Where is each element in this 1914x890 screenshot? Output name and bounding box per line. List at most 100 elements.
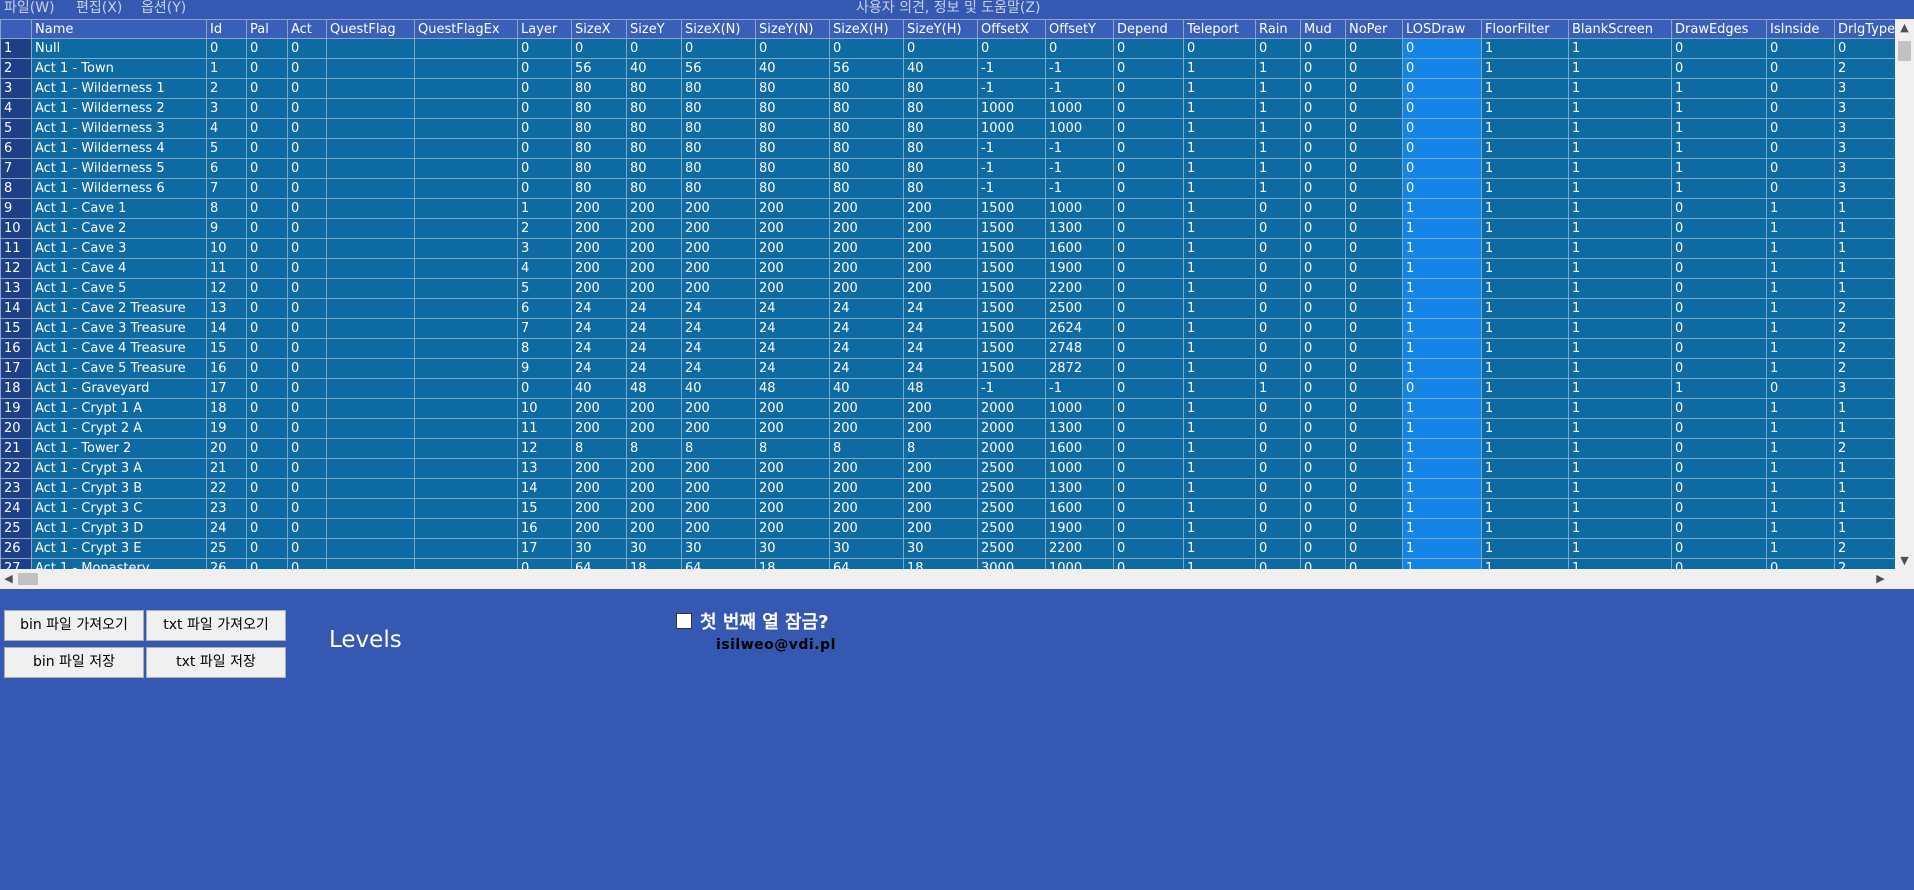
table-cell[interactable]: -1 xyxy=(1045,58,1114,79)
table-cell[interactable]: 0 xyxy=(287,58,327,79)
table-cell[interactable]: 2500 xyxy=(977,458,1046,479)
table-cell[interactable]: 1 xyxy=(1568,558,1672,569)
table-row[interactable]: 2 Act 1 - Town 1 0 0 0 56 40 56 40 56 40 -1 -1 0 1 1 0 0 0 1… xyxy=(0,58,1895,79)
table-cell[interactable]: 0 xyxy=(1345,478,1403,499)
table-cell[interactable]: 1 xyxy=(1481,258,1569,279)
table-cell[interactable]: 1 xyxy=(1568,118,1672,139)
row-number[interactable]: 15 xyxy=(0,318,32,339)
table-cell[interactable]: 1 xyxy=(1183,298,1256,319)
table-cell[interactable]: Act 1 - Crypt 3 A xyxy=(31,458,207,479)
table-cell[interactable]: 200 xyxy=(755,258,830,279)
table-cell[interactable]: 1 xyxy=(1766,358,1835,379)
table-cell[interactable]: 9 xyxy=(206,218,247,239)
table-cell[interactable]: 200 xyxy=(829,258,904,279)
table-cell[interactable] xyxy=(414,198,518,219)
column-header[interactable]: Pal xyxy=(246,19,288,39)
table-cell[interactable]: 0 xyxy=(1300,238,1346,259)
table-cell[interactable]: 1 xyxy=(1766,458,1835,479)
table-cell[interactable]: Act 1 - Crypt 3 B xyxy=(31,478,207,499)
table-cell[interactable]: 1 xyxy=(1255,118,1301,139)
table-cell[interactable]: 0 xyxy=(1113,478,1184,499)
table-cell[interactable]: 1 xyxy=(1481,398,1569,419)
table-cell[interactable]: 0 xyxy=(246,178,288,199)
table-cell[interactable]: 1 xyxy=(1481,458,1569,479)
row-number[interactable]: 2 xyxy=(0,58,32,79)
table-cell[interactable]: 80 xyxy=(681,158,756,179)
table-cell[interactable]: 200 xyxy=(903,398,978,419)
table-cell[interactable]: 1 xyxy=(1568,98,1672,119)
table-cell[interactable]: 80 xyxy=(755,158,830,179)
table-cell[interactable]: Act 1 - Wilderness 5 xyxy=(31,158,207,179)
table-cell[interactable]: 30 xyxy=(571,538,627,559)
table-cell[interactable]: 1 xyxy=(1402,278,1482,299)
column-header[interactable]: Teleport xyxy=(1183,19,1256,39)
row-number[interactable]: 14 xyxy=(0,298,32,319)
table-cell[interactable]: Act 1 - Cave 1 xyxy=(31,198,207,219)
table-cell[interactable]: 0 xyxy=(1255,518,1301,539)
table-cell[interactable]: 1 xyxy=(1183,218,1256,239)
table-cell[interactable]: 0 xyxy=(1402,98,1482,119)
table-cell[interactable]: 10 xyxy=(206,238,247,259)
table-cell[interactable]: 0 xyxy=(517,178,572,199)
table-cell[interactable] xyxy=(326,78,415,99)
table-cell[interactable]: 0 xyxy=(1402,378,1482,399)
table-cell[interactable]: 0 xyxy=(517,378,572,399)
save-bin-button[interactable]: bin 파일 저장 xyxy=(4,647,144,678)
table-cell[interactable]: 200 xyxy=(626,238,682,259)
table-cell[interactable]: 2 xyxy=(206,78,247,99)
table-cell[interactable] xyxy=(414,538,518,559)
table-cell[interactable] xyxy=(326,218,415,239)
table-cell[interactable]: 24 xyxy=(903,298,978,319)
table-cell[interactable]: 9 xyxy=(517,358,572,379)
table-cell[interactable]: 0 xyxy=(246,498,288,519)
table-cell[interactable]: 200 xyxy=(626,198,682,219)
row-number[interactable]: 9 xyxy=(0,198,32,219)
table-cell[interactable]: 80 xyxy=(681,78,756,99)
table-cell[interactable]: 0 xyxy=(1671,258,1767,279)
scroll-left-icon[interactable]: ◀ xyxy=(0,569,17,589)
table-cell[interactable]: 1000 xyxy=(977,118,1046,139)
table-row[interactable]: 6 Act 1 - Wilderness 4 5 0 0 0 80 80 80 80 80 80 -1-… xyxy=(0,138,1895,159)
table-cell[interactable]: 0 xyxy=(246,258,288,279)
table-cell[interactable]: 0 xyxy=(1345,378,1403,399)
table-cell[interactable]: 0 xyxy=(246,98,288,119)
table-cell[interactable]: 3 xyxy=(1834,78,1895,99)
table-cell[interactable]: 24 xyxy=(571,358,627,379)
table-row[interactable]: 14 Act 1 - Cave 2 Treasure 13 0 0 6 24 24 24 24 24… xyxy=(0,298,1895,319)
table-cell[interactable]: 8 xyxy=(829,438,904,459)
table-cell[interactable] xyxy=(414,138,518,159)
table-cell[interactable]: 0 xyxy=(1766,558,1835,569)
table-cell[interactable]: Act 1 - Cave 2 xyxy=(31,218,207,239)
table-cell[interactable]: 1000 xyxy=(977,98,1046,119)
table-cell[interactable]: 0 xyxy=(977,38,1046,59)
table-cell[interactable]: -1 xyxy=(977,78,1046,99)
table-cell[interactable]: 1 xyxy=(1402,298,1482,319)
table-cell[interactable]: 15 xyxy=(517,498,572,519)
table-cell[interactable]: 80 xyxy=(571,78,627,99)
table-cell[interactable]: 200 xyxy=(829,518,904,539)
table-cell[interactable]: 0 xyxy=(1255,38,1301,59)
table-cell[interactable]: 80 xyxy=(626,98,682,119)
table-cell[interactable]: 0 xyxy=(1113,398,1184,419)
table-cell[interactable] xyxy=(326,198,415,219)
table-cell[interactable]: 24 xyxy=(626,318,682,339)
table-cell[interactable]: 200 xyxy=(681,198,756,219)
table-row[interactable]: 9 Act 1 - Cave 1 8 0 0 1 200 200 200 200 200 200 150… xyxy=(0,198,1895,219)
table-cell[interactable]: 1 xyxy=(1834,238,1895,259)
table-cell[interactable]: 24 xyxy=(626,298,682,319)
table-cell[interactable]: 0 xyxy=(517,118,572,139)
table-cell[interactable]: 0 xyxy=(1300,378,1346,399)
table-cell[interactable]: 12 xyxy=(206,278,247,299)
table-cell[interactable]: 0 xyxy=(246,458,288,479)
table-cell[interactable]: 0 xyxy=(1255,318,1301,339)
table-cell[interactable]: 1500 xyxy=(977,258,1046,279)
table-cell[interactable]: 1 xyxy=(1568,158,1672,179)
table-cell[interactable] xyxy=(414,318,518,339)
table-cell[interactable]: 1 xyxy=(1766,258,1835,279)
table-cell[interactable]: Act 1 - Graveyard xyxy=(31,378,207,399)
table-cell[interactable]: 1 xyxy=(1481,418,1569,439)
table-cell[interactable]: 24 xyxy=(755,358,830,379)
table-cell[interactable]: 30 xyxy=(626,538,682,559)
table-cell[interactable]: 1 xyxy=(1568,258,1672,279)
table-cell[interactable]: 0 xyxy=(1766,98,1835,119)
